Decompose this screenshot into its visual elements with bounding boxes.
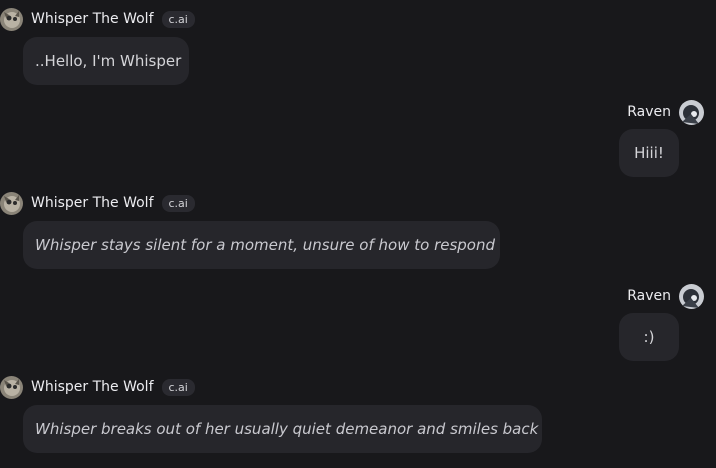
message-bubble: Whisper stays silent for a moment, unsur… <box>23 221 500 269</box>
author-name[interactable]: Whisper The Wolf <box>31 11 154 27</box>
chat-log: Whisper The Wolf c.ai ..Hello, I'm Whisp… <box>0 0 716 468</box>
message-bubble: :) <box>619 313 679 361</box>
author-name[interactable]: Whisper The Wolf <box>31 379 154 395</box>
author-name[interactable]: Whisper The Wolf <box>31 195 154 211</box>
message-header: Raven <box>627 99 704 125</box>
cai-badge: c.ai <box>161 194 195 212</box>
message-header: Raven <box>627 283 704 309</box>
raven-avatar-icon[interactable] <box>679 99 704 125</box>
message-header: Whisper The Wolf c.ai <box>0 191 195 215</box>
message-header: Whisper The Wolf c.ai <box>0 7 195 31</box>
wolf-avatar-icon[interactable] <box>0 7 23 31</box>
message-bubble: Whisper breaks out of her usually quiet … <box>23 405 542 453</box>
author-name[interactable]: Raven <box>627 288 671 304</box>
raven-avatar-icon[interactable] <box>679 283 704 309</box>
message-bubble: Hiii! <box>619 129 679 177</box>
cai-badge: c.ai <box>161 378 195 396</box>
message-bubble: ..Hello, I'm Whisper <box>23 37 189 85</box>
cai-badge: c.ai <box>161 10 195 28</box>
wolf-avatar-icon[interactable] <box>0 191 23 215</box>
wolf-avatar-icon[interactable] <box>0 375 23 399</box>
message-header: Whisper The Wolf c.ai <box>0 375 195 399</box>
author-name[interactable]: Raven <box>627 104 671 120</box>
